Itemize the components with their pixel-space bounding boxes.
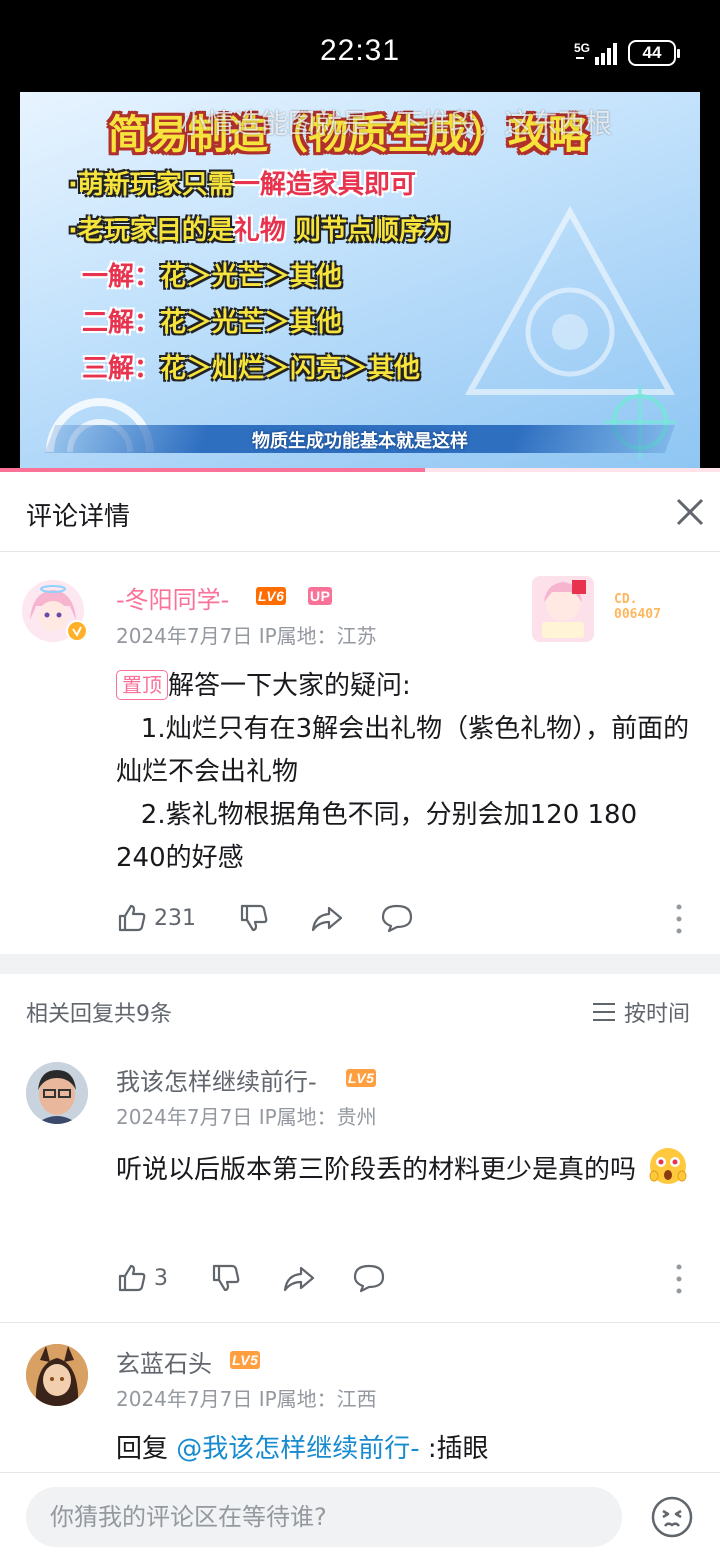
- reply-meta: 2024年7月7日 IP属地：贵州: [116, 1101, 377, 1130]
- like-button[interactable]: 3: [116, 1258, 168, 1298]
- page-title: 评论详情: [26, 502, 131, 532]
- video-line-4: 二解：花＞光芒＞其他: [82, 308, 343, 338]
- divider: [0, 1322, 720, 1323]
- level-badge: LV6: [256, 587, 287, 605]
- like-count: 231: [154, 905, 196, 931]
- video-line-2: ·老玩家目的是礼物 则节点顺序为: [68, 216, 451, 246]
- thumbs-up-icon: [118, 904, 146, 932]
- verified-icon: [66, 620, 88, 642]
- shocked-emoji-icon: [649, 1148, 687, 1184]
- ip-location: IP属地：贵州: [258, 1105, 377, 1129]
- share-icon[interactable]: [282, 1258, 316, 1298]
- reply-date: 2024年7月7日: [116, 1105, 253, 1129]
- close-icon[interactable]: [670, 492, 710, 532]
- thumbs-up-icon: [118, 1264, 146, 1292]
- comment-input[interactable]: 你猜我的评论区在等待谁?: [26, 1487, 622, 1547]
- section-gap: [0, 954, 720, 974]
- video-player[interactable]: 简易制造（物质生成）攻略 小情造能图就是一下推段，这东西根 ·萌新玩家只需一解造…: [0, 92, 720, 470]
- reply-text: :插眼: [419, 1434, 489, 1464]
- comment-detail-header: 评论详情: [0, 472, 720, 552]
- avatar[interactable]: [26, 1062, 88, 1124]
- comment-text: 1.灿烂只有在3解会出礼物（紫色礼物），前面的灿烂不会出礼物 2.紫礼物根据角色…: [116, 714, 690, 873]
- comment-body: 置顶 解答一下大家的疑问: 1.灿烂只有在3解会出礼物（紫色礼物），前面的灿烂不会…: [116, 665, 696, 880]
- reply-text: 听说以后版本第三阶段丢的材料更少是真的吗: [116, 1155, 637, 1185]
- ip-location: IP属地：江苏: [258, 624, 377, 648]
- avatar[interactable]: [26, 1344, 88, 1406]
- video-frame[interactable]: 简易制造（物质生成）攻略 小情造能图就是一下推段，这东西根 ·萌新玩家只需一解造…: [20, 92, 700, 470]
- comment-date: 2024年7月7日: [116, 624, 253, 648]
- reply-prefix: 回复: [116, 1434, 177, 1464]
- level-badge: LV5: [346, 1069, 377, 1087]
- like-count: 3: [154, 1265, 168, 1291]
- username[interactable]: 我该怎样继续前行-: [116, 1062, 317, 1097]
- person-avatar-icon: [26, 1062, 88, 1124]
- video-line-3: 一解：花＞光芒＞其他: [82, 262, 343, 292]
- fan-card[interactable]: [528, 572, 598, 646]
- more-icon[interactable]: [674, 1262, 684, 1296]
- sort-button[interactable]: 按时间: [592, 996, 690, 1028]
- sort-icon: [593, 1003, 615, 1021]
- thumbs-down-icon[interactable]: [210, 1258, 242, 1298]
- signal-icon: 5G: [574, 41, 617, 65]
- reply-date: 2024年7月7日: [116, 1387, 253, 1411]
- username[interactable]: -冬阳同学-: [116, 580, 229, 615]
- comment-actions: 231: [116, 898, 706, 938]
- level-badge: LV5: [230, 1351, 261, 1369]
- danmaku-text: 小情造能图就是一下推段，这东西根: [180, 109, 612, 140]
- status-bar: 22:31 5G 44: [0, 0, 720, 92]
- fan-card-icon: [532, 576, 594, 642]
- reply-meta: 2024年7月7日 IP属地：江西: [116, 1383, 377, 1412]
- video-subtitle: 物质生成功能基本就是这样: [252, 431, 468, 452]
- like-button[interactable]: 231: [116, 898, 196, 938]
- ip-location: IP属地：江西: [258, 1387, 377, 1411]
- more-icon[interactable]: [674, 902, 684, 936]
- video-line-5: 三解：花＞灿烂＞闪亮＞其他: [82, 354, 421, 384]
- fan-card-number: CD. 006407: [614, 592, 661, 622]
- sort-label: 按时间: [624, 1002, 691, 1027]
- video-line-1: ·萌新玩家只需一解造家具即可: [68, 170, 416, 200]
- battery-icon: 44: [628, 40, 680, 66]
- username[interactable]: 玄蓝石头: [116, 1344, 212, 1379]
- share-icon[interactable]: [310, 898, 344, 938]
- pinned-badge: 置顶: [116, 670, 168, 700]
- comment-meta: 2024年7月7日 IP属地：江苏: [116, 620, 377, 649]
- svg-text:5G: 5G: [574, 41, 590, 55]
- reply-actions: 3: [116, 1258, 706, 1298]
- reply-icon[interactable]: [380, 898, 414, 938]
- anime-avatar-icon: [26, 1344, 88, 1406]
- comment-text-line1: 解答一下大家的疑问:: [168, 671, 411, 701]
- emoji-icon[interactable]: [650, 1495, 694, 1539]
- mention-link[interactable]: @我该怎样继续前行-: [176, 1434, 419, 1464]
- reply-body: 回复 @我该怎样继续前行- :插眼: [116, 1428, 706, 1471]
- reply-body: 听说以后版本第三阶段丢的材料更少是真的吗: [116, 1146, 706, 1192]
- reply-icon[interactable]: [352, 1258, 386, 1298]
- up-badge: UP: [308, 587, 333, 605]
- replies-count-title: 相关回复共9条: [26, 1002, 172, 1027]
- thumbs-down-icon[interactable]: [238, 898, 270, 938]
- comment-input-bar: 你猜我的评论区在等待谁?: [0, 1472, 720, 1560]
